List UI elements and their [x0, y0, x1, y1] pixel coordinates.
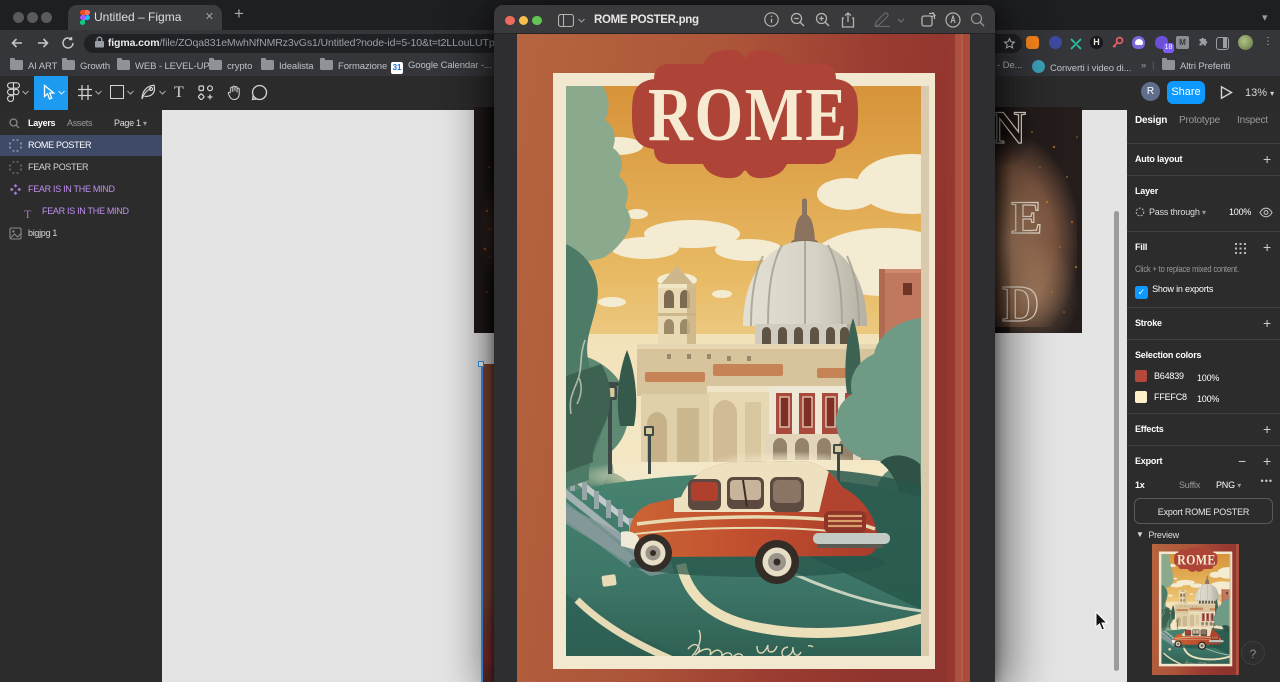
svg-text:E: E	[1011, 192, 1042, 244]
svg-text:ROME: ROME	[648, 73, 848, 157]
